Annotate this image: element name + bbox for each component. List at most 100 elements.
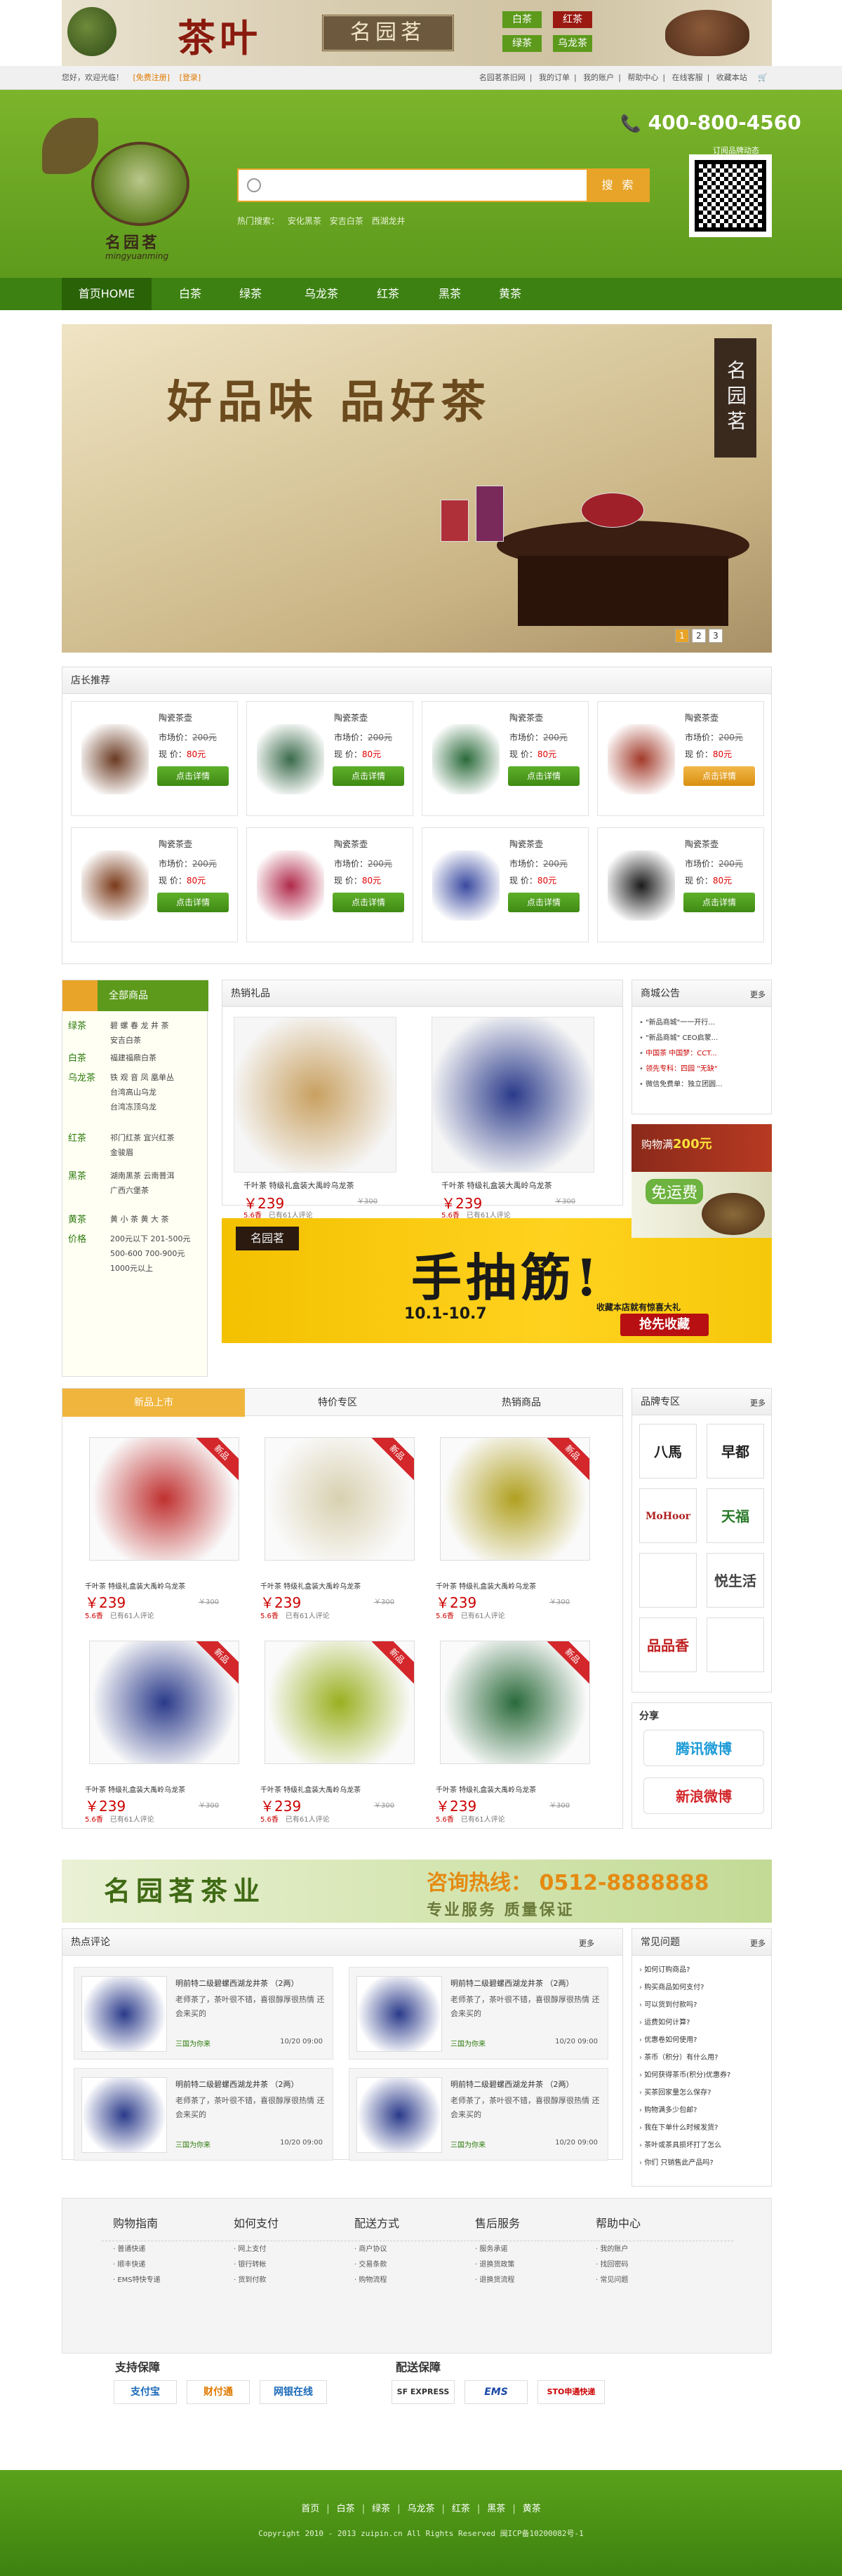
- help-link[interactable]: 找回密码: [596, 2257, 726, 2273]
- notice-item[interactable]: 中国茶 中国梦：CCT...: [639, 1046, 723, 1062]
- product-image[interactable]: 新品: [265, 1437, 415, 1561]
- comment-product-image[interactable]: [81, 1976, 167, 2052]
- bookmark-link[interactable]: 收藏本站: [716, 73, 747, 82]
- hot-word[interactable]: 西湖龙井: [372, 216, 406, 226]
- login-link[interactable]: [登录]: [180, 73, 201, 82]
- brand-logo[interactable]: [639, 1553, 697, 1608]
- nav-yellow-tea[interactable]: 黄茶: [486, 278, 535, 310]
- tab-special[interactable]: 特价专区: [246, 1389, 429, 1417]
- product-card[interactable]: 陶瓷茶壶 市场价：200元现 价：80元 点击详情: [246, 827, 413, 942]
- more-link[interactable]: 更多: [750, 1397, 766, 1408]
- product-name[interactable]: 千叶茶 特级礼盒装大禹岭乌龙茶: [260, 1784, 361, 1794]
- faq-item[interactable]: 购物满多少包邮?: [639, 2102, 730, 2119]
- online-service-link[interactable]: 在线客服: [672, 73, 703, 82]
- help-link[interactable]: 购物流程: [354, 2273, 485, 2288]
- brand-banner[interactable]: 名园茗茶业 咨询热线： 0512-8888888 专业服务 质量保证: [62, 1860, 772, 1923]
- old-site-link[interactable]: 名园茗茶旧网: [479, 73, 526, 82]
- product-card[interactable]: 陶瓷茶壶 市场价：200元现 价：80元 点击详情: [422, 701, 589, 816]
- hot-word[interactable]: 安吉白茶: [330, 216, 363, 226]
- help-link[interactable]: 商户协议: [354, 2242, 485, 2257]
- details-button[interactable]: 点击详情: [333, 893, 404, 912]
- comment-card[interactable]: 明前特二级碧螺西湖龙井茶 （2两） 老师茶了，茶叶很不错，喜很醇厚很热情 还会来买…: [74, 2068, 333, 2161]
- help-link[interactable]: 网上支付: [234, 2242, 364, 2257]
- sina-weibo-button[interactable]: 新浪微博: [643, 1777, 764, 1814]
- gift-product[interactable]: 千叶茶 特级礼盒装大禹岭乌龙茶 ￥239 ￥300 5.6香 已有61人评论: [432, 1017, 594, 1220]
- notice-item[interactable]: "新品商城" CEO启蒙...: [639, 1031, 723, 1046]
- nav-dark-tea[interactable]: 黑茶: [425, 278, 474, 310]
- faq-item[interactable]: 运费如何计算?: [639, 2014, 730, 2031]
- footer-link[interactable]: 乌龙茶: [407, 2504, 434, 2514]
- help-link[interactable]: 服务承诺: [475, 2242, 606, 2257]
- comment-card[interactable]: 明前特二级碧螺西湖龙井茶 （2两） 老师茶了，茶叶很不错，喜很醇厚很热情 还会来买…: [349, 2068, 608, 2161]
- faq-item[interactable]: 买茶回家量怎么保存?: [639, 2084, 730, 2102]
- help-link[interactable]: 我的账户: [596, 2242, 726, 2257]
- hero-slider[interactable]: 好品味 品好茶 名园茗 123: [62, 324, 772, 653]
- comment-title[interactable]: 明前特二级碧螺西湖龙井茶 （2两）: [450, 1977, 574, 1989]
- help-link[interactable]: EMS特快专递: [113, 2273, 243, 2288]
- more-link[interactable]: 更多: [750, 1937, 766, 1949]
- faq-item[interactable]: 你们 只销售此产品吗?: [639, 2154, 730, 2172]
- faq-item[interactable]: 如何订购商品?: [639, 1961, 730, 1979]
- my-account-link[interactable]: 我的账户: [583, 73, 614, 82]
- product-image[interactable]: [81, 850, 149, 921]
- help-link[interactable]: 交易条款: [354, 2257, 485, 2273]
- comment-card[interactable]: 明前特二级碧螺西湖龙井茶 （2两） 老师茶了，茶叶很不错，喜很醇厚很热情 还会来买…: [349, 1967, 608, 2060]
- slide-dot[interactable]: 1: [675, 629, 689, 643]
- faq-item[interactable]: 如何获得茶币(积分)优惠券?: [639, 2067, 730, 2084]
- more-link[interactable]: 更多: [579, 1937, 594, 1949]
- product-name[interactable]: 千叶茶 特级礼盒装大禹岭乌龙茶: [436, 1784, 536, 1794]
- product-image[interactable]: [81, 724, 149, 794]
- my-orders-link[interactable]: 我的订单: [539, 73, 570, 82]
- details-button[interactable]: 点击详情: [157, 766, 229, 786]
- product-image[interactable]: [608, 724, 675, 794]
- nav-green-tea[interactable]: 绿茶: [226, 278, 275, 310]
- product-image[interactable]: [608, 850, 675, 921]
- details-button[interactable]: 点击详情: [508, 766, 580, 786]
- footer-link[interactable]: 绿茶: [372, 2504, 390, 2514]
- product-card[interactable]: 陶瓷茶壶 市场价：200元现 价：80元 点击详情: [246, 701, 413, 816]
- brand-logo[interactable]: 八馬: [639, 1424, 697, 1479]
- category-links[interactable]: 200元以下 201-500元 500-600 700-900元 1000元以上: [110, 1232, 208, 1276]
- product-name[interactable]: 千叶茶 特级礼盒装大禹岭乌龙茶: [85, 1580, 185, 1591]
- faq-item[interactable]: 茶币（积分）有什么用?: [639, 2049, 730, 2067]
- details-button[interactable]: 点击详情: [683, 766, 755, 786]
- comment-title[interactable]: 明前特二级碧螺西湖龙井茶 （2两）: [175, 2078, 299, 2090]
- category-links[interactable]: 黄 小 茶 黄 大 茶: [110, 1212, 208, 1227]
- comment-title[interactable]: 明前特二级碧螺西湖龙井茶 （2两）: [175, 1977, 299, 1989]
- product-name[interactable]: 千叶茶 特级礼盒装大禹岭乌龙茶: [441, 1180, 552, 1191]
- product-name[interactable]: 千叶茶 特级礼盒装大禹岭乌龙茶: [436, 1580, 536, 1591]
- category-links[interactable]: 湖南黑茶 云南普洱 广西六堡茶: [110, 1168, 208, 1198]
- details-button[interactable]: 点击详情: [508, 893, 580, 912]
- category-name[interactable]: 价格: [68, 1232, 103, 1245]
- product-card[interactable]: 新品 千叶茶 特级礼盒装大禹岭乌龙茶 ￥239 ￥300 5.6香 已有61人评论: [426, 1632, 590, 1824]
- details-button[interactable]: 点击详情: [157, 893, 229, 912]
- brand-logo[interactable]: MoHoor: [639, 1488, 697, 1543]
- product-image[interactable]: 新品: [265, 1641, 415, 1764]
- footer-link[interactable]: 白茶: [337, 2504, 355, 2514]
- nav-home[interactable]: 首页HOME: [62, 278, 152, 310]
- product-image[interactable]: [432, 724, 500, 794]
- faq-item[interactable]: 可以货到付款吗?: [639, 1996, 730, 2014]
- product-card[interactable]: 新品 千叶茶 特级礼盒装大禹岭乌龙茶 ￥239 ￥300 5.6香 已有61人评论: [250, 1429, 415, 1620]
- notice-item[interactable]: 微信免费单：独立团圆...: [639, 1077, 723, 1093]
- product-image[interactable]: [257, 724, 324, 794]
- nav-oolong[interactable]: 乌龙茶: [293, 278, 349, 310]
- tab-new[interactable]: 新品上市: [62, 1389, 245, 1417]
- footer-link[interactable]: 黄茶: [523, 2504, 541, 2514]
- category-links[interactable]: 祁门红茶 宜兴红茶 金骏眉: [110, 1130, 208, 1160]
- help-link[interactable]: 退换货流程: [475, 2273, 606, 2288]
- banner-tag[interactable]: 绿茶: [502, 35, 542, 52]
- nav-white-tea[interactable]: 白茶: [166, 278, 215, 310]
- notice-item[interactable]: 领先专科：四园 "无缺": [639, 1062, 723, 1077]
- search-input[interactable]: [237, 168, 588, 202]
- comment-product-image[interactable]: [81, 2077, 167, 2153]
- help-link[interactable]: 银行转帐: [234, 2257, 364, 2273]
- faq-item[interactable]: 优惠卷如何使用?: [639, 2031, 730, 2049]
- help-link[interactable]: 普通快递: [113, 2242, 243, 2257]
- product-image[interactable]: 新品: [89, 1437, 239, 1561]
- product-name[interactable]: 千叶茶 特级礼盒装大禹岭乌龙茶: [243, 1180, 354, 1191]
- category-name[interactable]: 白茶: [68, 1050, 103, 1064]
- product-image[interactable]: 新品: [440, 1437, 590, 1561]
- product-card[interactable]: 新品 千叶茶 特级礼盒装大禹岭乌龙茶 ￥239 ￥300 5.6香 已有61人评论: [250, 1632, 415, 1824]
- brand-logo[interactable]: 悦生活: [707, 1553, 764, 1608]
